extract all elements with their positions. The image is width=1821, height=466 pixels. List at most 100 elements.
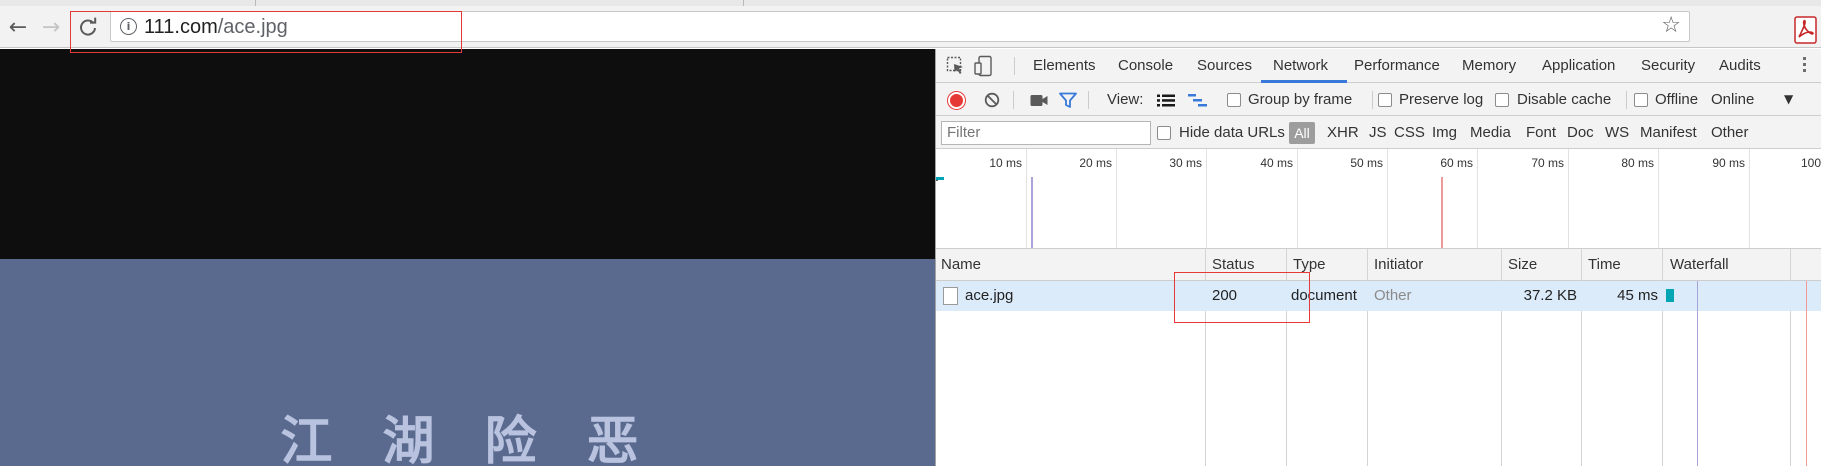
- offline-label: Offline: [1655, 91, 1699, 108]
- overview-waterfall-icon[interactable]: [1188, 93, 1208, 108]
- column-header-waterfall[interactable]: Waterfall: [1670, 249, 1729, 281]
- type-filter-other[interactable]: Other: [1711, 116, 1749, 149]
- info-icon[interactable]: i: [120, 18, 137, 35]
- throttling-select[interactable]: Online: [1711, 83, 1754, 116]
- table-row[interactable]: ace.jpg 200 document Other 37.2 KB 45 ms: [936, 281, 1821, 311]
- waterfall-domcontentloaded-line: [1697, 281, 1698, 466]
- separator: [1372, 91, 1373, 109]
- overview-gridline: [1116, 149, 1117, 248]
- overview-request-bar: [936, 177, 944, 180]
- tab-network[interactable]: Network: [1273, 49, 1328, 83]
- row-size: 37.2 KB: [1523, 287, 1577, 304]
- bookmark-star-icon[interactable]: ☆: [1661, 13, 1681, 38]
- row-name[interactable]: ace.jpg: [965, 281, 1013, 311]
- request-table-header: Name Status Type Initiator Size Time Wat…: [936, 249, 1821, 281]
- image-blue-region: 江 湖 险 恶: [0, 259, 935, 466]
- group-by-frame-checkbox[interactable]: [1227, 93, 1241, 107]
- network-toolbar: View: Group by frame Preserve log Disabl…: [936, 83, 1821, 116]
- view-label: View:: [1107, 91, 1144, 108]
- hide-data-urls-checkbox[interactable]: [1157, 126, 1171, 140]
- group-by-frame-label: Group by frame: [1248, 91, 1353, 108]
- overview-tick-label: 30 ms: [1169, 156, 1202, 170]
- network-overview[interactable]: 10 ms 20 ms 30 ms 40 ms 50 ms 60 ms 70 m…: [936, 149, 1821, 249]
- type-filter-manifest[interactable]: Manifest: [1640, 116, 1697, 149]
- clear-icon[interactable]: [984, 92, 1000, 108]
- type-filter-ws[interactable]: WS: [1605, 116, 1629, 149]
- column-header-name[interactable]: Name: [941, 249, 981, 281]
- tab-sources[interactable]: Sources: [1197, 49, 1252, 83]
- overview-gridline: [1297, 149, 1298, 248]
- type-filter-img[interactable]: Img: [1432, 116, 1457, 149]
- overview-tick-label: 40 ms: [1260, 156, 1293, 170]
- type-filter-doc[interactable]: Doc: [1567, 116, 1594, 149]
- type-filter-xhr[interactable]: XHR: [1327, 116, 1359, 149]
- row-initiator: Other: [1374, 287, 1412, 304]
- image-caption: 江 湖 险 恶: [280, 412, 655, 466]
- overview-tick-label: 60 ms: [1440, 156, 1473, 170]
- hide-data-urls-label: Hide data URLs: [1179, 124, 1285, 141]
- overview-tick-label: 100: [1800, 156, 1821, 170]
- column-header-status[interactable]: Status: [1212, 249, 1255, 281]
- row-status: 200: [1212, 287, 1238, 304]
- type-filter-media[interactable]: Media: [1470, 116, 1511, 149]
- tab-application[interactable]: Application: [1542, 49, 1615, 83]
- column-header-initiator[interactable]: Initiator: [1374, 249, 1423, 281]
- back-button[interactable]: ←: [2, 6, 34, 48]
- overview-gridline: [1568, 149, 1569, 248]
- separator: [1626, 91, 1627, 109]
- overview-tick-label: 70 ms: [1531, 156, 1564, 170]
- overview-tick-label: 90 ms: [1712, 156, 1745, 170]
- separator: [1088, 91, 1089, 109]
- tab-performance[interactable]: Performance: [1354, 49, 1440, 83]
- filter-funnel-icon[interactable]: [1059, 92, 1077, 109]
- url-path: /ace.jpg: [217, 16, 288, 38]
- tab-console[interactable]: Console: [1118, 49, 1173, 83]
- type-filter-all[interactable]: All: [1289, 122, 1315, 144]
- offline-checkbox[interactable]: [1634, 93, 1648, 107]
- tab-audits[interactable]: Audits: [1719, 49, 1761, 83]
- list-view-icon[interactable]: [1157, 94, 1175, 107]
- disable-cache-label: Disable cache: [1517, 91, 1612, 108]
- tab-memory[interactable]: Memory: [1462, 49, 1516, 83]
- screenshot-camera-icon[interactable]: [1030, 94, 1048, 107]
- overview-gridline: [1658, 149, 1659, 248]
- overview-tick-label: 80 ms: [1621, 156, 1654, 170]
- forward-button[interactable]: →: [36, 6, 66, 48]
- devtools-tab-bar: Elements Console Sources Network Perform…: [936, 49, 1821, 83]
- page-viewport: 江 湖 险 恶: [0, 49, 935, 466]
- address-bar[interactable]: i 111.com/ace.jpg ☆: [110, 11, 1690, 42]
- tab-elements[interactable]: Elements: [1033, 49, 1096, 83]
- type-filter-js[interactable]: JS: [1369, 116, 1387, 149]
- url-text[interactable]: 111.com/ace.jpg: [144, 15, 288, 39]
- throttling-dropdown-icon[interactable]: ▼: [1784, 83, 1793, 116]
- overview-tick-label: 20 ms: [1079, 156, 1112, 170]
- url-host: 111.com: [144, 16, 218, 38]
- type-filter-css[interactable]: CSS: [1394, 116, 1425, 149]
- load-event-line: [1441, 177, 1443, 248]
- device-toolbar-icon[interactable]: [974, 55, 994, 77]
- reload-button[interactable]: [72, 6, 104, 48]
- acrobat-extension-icon[interactable]: [1794, 16, 1817, 44]
- more-menu-icon[interactable]: [1803, 57, 1806, 60]
- inspect-element-icon[interactable]: [946, 56, 966, 76]
- overview-tick-label: 50 ms: [1350, 156, 1383, 170]
- waterfall-load-line: [1806, 281, 1807, 466]
- preserve-log-checkbox[interactable]: [1378, 93, 1392, 107]
- column-header-type[interactable]: Type: [1293, 249, 1326, 281]
- tab-security[interactable]: Security: [1641, 49, 1695, 83]
- record-icon[interactable]: [948, 92, 965, 109]
- row-time: 45 ms: [1617, 287, 1658, 304]
- overview-gridline: [1387, 149, 1388, 248]
- overview-gridline: [1477, 149, 1478, 248]
- column-header-size[interactable]: Size: [1508, 249, 1537, 281]
- overview-gridline: [1206, 149, 1207, 248]
- image-dark-region: [0, 49, 935, 259]
- reload-icon: [80, 17, 97, 36]
- filter-input[interactable]: Filter: [941, 121, 1151, 145]
- arrow-left-icon: ←: [8, 14, 28, 40]
- domcontentloaded-line: [1031, 177, 1033, 248]
- column-header-time[interactable]: Time: [1588, 249, 1621, 281]
- type-filter-font[interactable]: Font: [1526, 116, 1556, 149]
- disable-cache-checkbox[interactable]: [1495, 93, 1509, 107]
- overview-gridline: [1749, 149, 1750, 248]
